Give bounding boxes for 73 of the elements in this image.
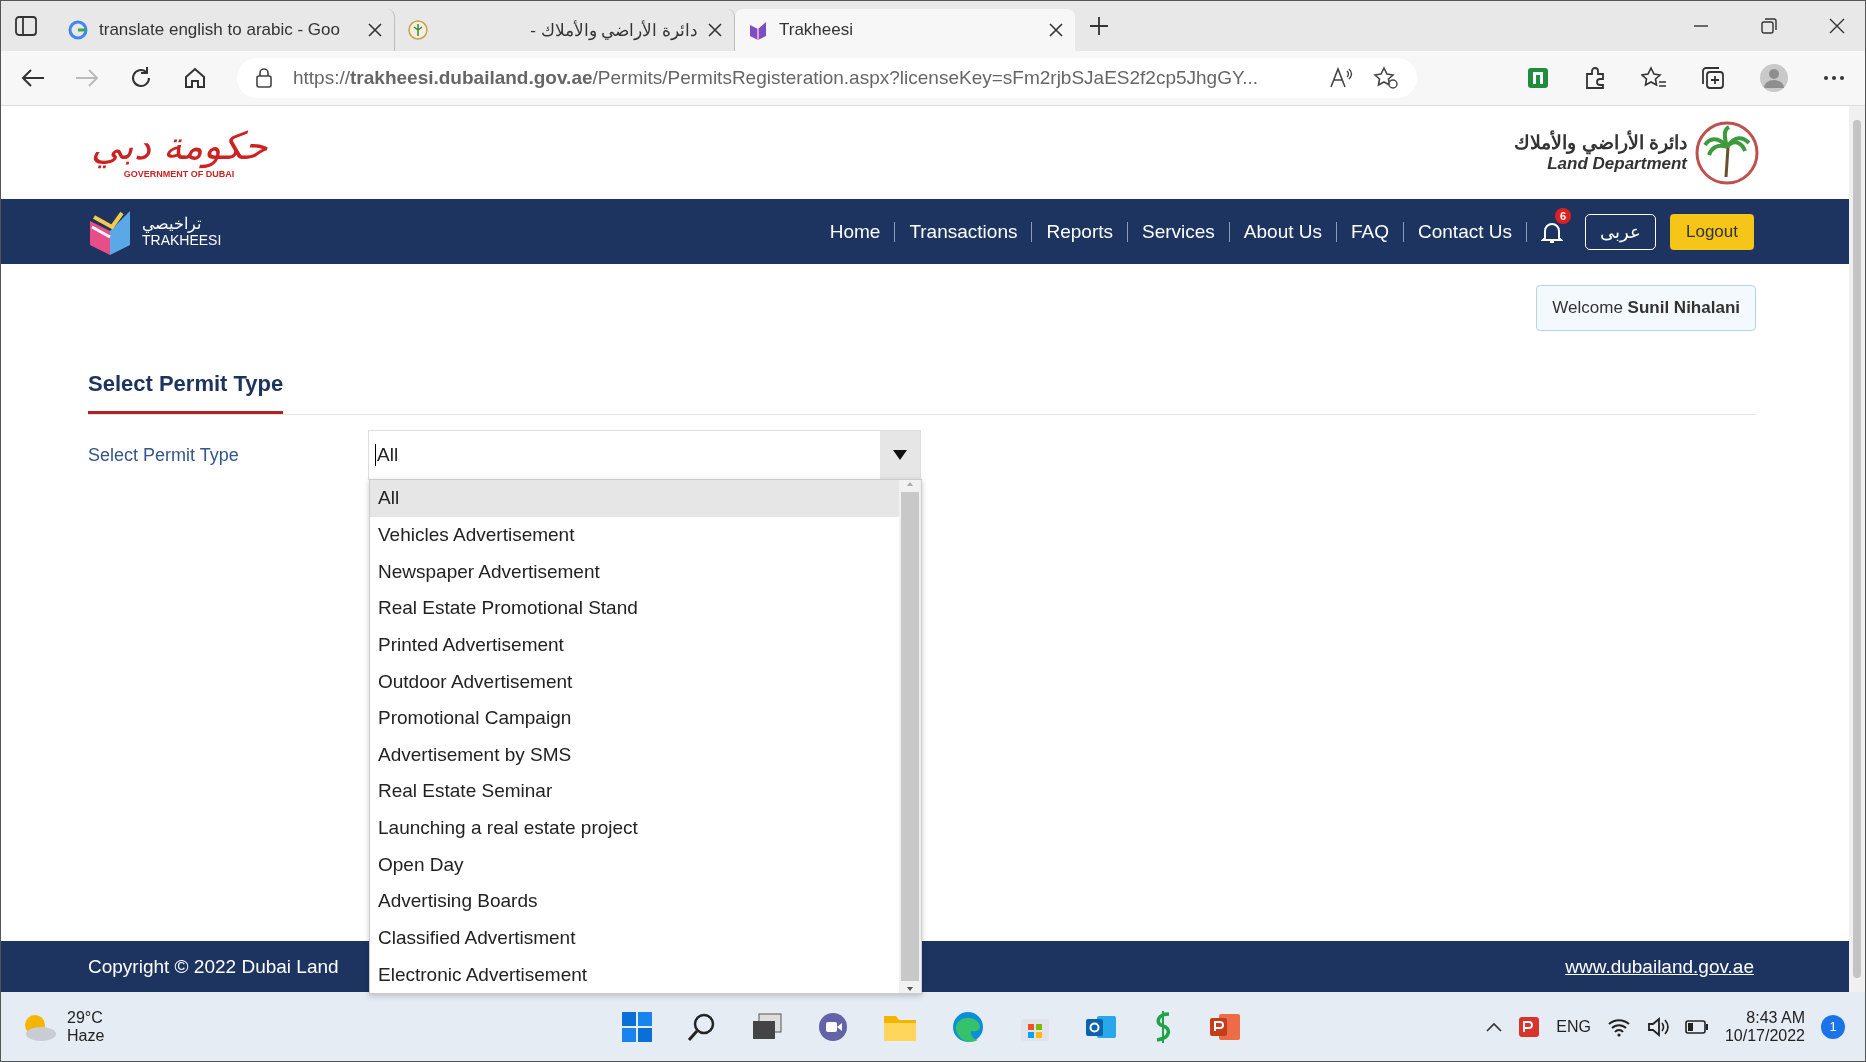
new-tab-icon[interactable] bbox=[1089, 16, 1109, 36]
nav-link[interactable]: FAQ bbox=[1336, 221, 1403, 242]
section-title: Select Permit Type bbox=[88, 371, 284, 414]
field-label: Select Permit Type bbox=[88, 444, 240, 466]
tab-close-icon[interactable] bbox=[368, 23, 382, 37]
dropdown-option[interactable]: Outdoor Advertisement bbox=[370, 663, 899, 700]
dropdown-option[interactable]: Electronic Advertisement bbox=[370, 956, 899, 993]
caret-icon[interactable] bbox=[893, 450, 907, 460]
nav-link[interactable]: Home bbox=[815, 221, 895, 242]
add-favorite-icon[interactable] bbox=[1373, 66, 1399, 90]
start-icon[interactable] bbox=[621, 1010, 653, 1043]
language-button[interactable]: عربى bbox=[1585, 213, 1656, 250]
page-scrollbar[interactable] bbox=[1849, 106, 1865, 992]
dropdown-option[interactable]: Launching a real estate project bbox=[370, 809, 899, 847]
language-indicator[interactable]: ENG bbox=[1556, 1017, 1591, 1036]
edge-icon[interactable] bbox=[951, 1009, 985, 1044]
browser-tab[interactable]: Trakheesi bbox=[735, 9, 1075, 51]
dropdown-option[interactable]: Newspaper Advertisement bbox=[370, 553, 899, 590]
address-bar[interactable]: https://trakheesi.dubailand.gov.ae/Permits/PermitsRegisteration.aspx?licenseKey=sFm2rjbSJaES2f2cp5JhgGY... bbox=[237, 58, 1417, 98]
dropdown-option[interactable]: Printed Advertisement bbox=[370, 626, 899, 664]
dropdown-option[interactable]: Promotional Campaign bbox=[370, 699, 899, 737]
profile-icon[interactable] bbox=[1759, 63, 1789, 93]
welcome-message: Welcome Sunil Nihalani bbox=[1536, 285, 1756, 331]
book-icon[interactable] bbox=[747, 19, 769, 41]
back-icon[interactable] bbox=[21, 68, 45, 88]
emblem-icon[interactable] bbox=[407, 19, 429, 41]
extensions-icon[interactable] bbox=[1583, 66, 1607, 90]
home-icon[interactable] bbox=[183, 66, 207, 90]
google-icon[interactable] bbox=[67, 19, 89, 41]
dropdown-option[interactable]: Real Estate Seminar bbox=[370, 773, 899, 810]
chat-icon[interactable] bbox=[817, 1010, 849, 1043]
favorites-icon[interactable] bbox=[1641, 66, 1667, 90]
clock[interactable]: 8:43 AM 10/17/2022 bbox=[1724, 1008, 1805, 1045]
notification-badge: 6 bbox=[1555, 207, 1571, 224]
pdf-app-icon[interactable] bbox=[1518, 1015, 1541, 1038]
wifi-icon[interactable] bbox=[1606, 1016, 1631, 1037]
app-extension-icon[interactable] bbox=[1527, 67, 1549, 89]
temperature: 29°C bbox=[67, 1008, 104, 1027]
dropdown-option[interactable]: Classified Advertisment bbox=[370, 919, 899, 957]
lock-icon[interactable] bbox=[255, 68, 273, 88]
close-icon[interactable] bbox=[1829, 18, 1845, 34]
website-link[interactable]: www.dubailand.gov.ae bbox=[1565, 955, 1754, 978]
logout-button[interactable]: Logout bbox=[1670, 213, 1754, 250]
nav-link[interactable]: Transactions bbox=[894, 221, 1032, 242]
presentation-icon[interactable] bbox=[1209, 1011, 1241, 1042]
dropdown-option[interactable]: All bbox=[370, 480, 899, 517]
more-icon[interactable] bbox=[1823, 75, 1845, 81]
dropdown-option[interactable]: Advertisement by SMS bbox=[370, 736, 899, 774]
nav-link[interactable]: Reports bbox=[1031, 221, 1127, 242]
volume-icon[interactable] bbox=[1646, 1016, 1669, 1037]
dropdown-option[interactable]: Open Day bbox=[370, 846, 899, 884]
copyright-text: Copyright © 2022 Dubai Land bbox=[88, 955, 339, 978]
collections-icon[interactable] bbox=[1701, 66, 1725, 90]
nav-link[interactable]: Contact Us bbox=[1403, 221, 1526, 242]
battery-icon[interactable] bbox=[1684, 1019, 1709, 1034]
search-icon[interactable] bbox=[687, 1011, 717, 1042]
notification-count[interactable]: 1 bbox=[1821, 1014, 1845, 1039]
scrollbar[interactable] bbox=[899, 480, 921, 993]
reload-icon[interactable] bbox=[129, 66, 153, 90]
restore-icon[interactable] bbox=[1761, 18, 1777, 34]
sidebar-icon[interactable] bbox=[15, 16, 37, 36]
dropdown-option[interactable]: Vehicles Advertisement bbox=[370, 516, 899, 554]
weather-condition: Haze bbox=[67, 1026, 105, 1045]
tab-close-icon[interactable] bbox=[708, 23, 722, 37]
dropdown-option[interactable]: Real Estate Promotional Stand bbox=[370, 589, 899, 627]
chevron-up-icon[interactable] bbox=[1486, 1021, 1503, 1032]
nav-link[interactable]: About Us bbox=[1228, 221, 1336, 242]
dropdown-option[interactable]: Advertising Boards bbox=[370, 883, 899, 920]
tab-close-icon[interactable] bbox=[1049, 23, 1063, 37]
palm-tree-icon bbox=[1695, 120, 1759, 185]
read-aloud-icon[interactable] bbox=[1329, 67, 1353, 89]
task-view-icon[interactable] bbox=[751, 1012, 783, 1041]
nav-link[interactable]: Services bbox=[1127, 221, 1229, 242]
